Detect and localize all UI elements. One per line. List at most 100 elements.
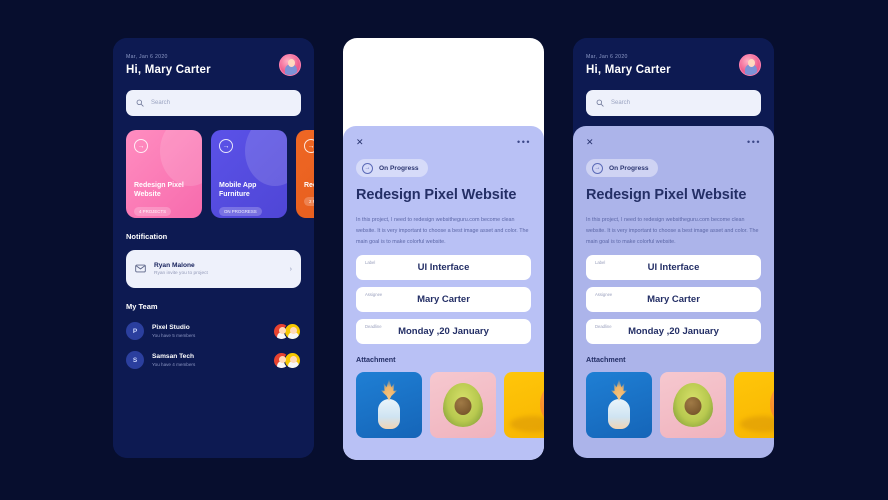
field-assignee-value: Mary Carter xyxy=(417,293,470,305)
mail-icon xyxy=(135,260,146,278)
status-badge: → On Progress xyxy=(586,159,658,177)
progress-icon: → xyxy=(592,162,603,174)
status-badge-label: On Progress xyxy=(379,164,419,172)
attachment-thumbnails xyxy=(356,371,544,438)
search-placeholder: Search xyxy=(611,100,631,106)
avatar[interactable] xyxy=(739,54,761,76)
team-section-title: My Team xyxy=(126,302,158,311)
field-label-caption: Label xyxy=(595,259,606,265)
project-card-tag: 2 PROJECTS xyxy=(304,197,314,207)
card-gloss xyxy=(160,130,202,186)
more-options-icon[interactable]: ••• xyxy=(517,138,531,147)
pineapple-photo[interactable] xyxy=(356,371,422,438)
project-card-tag: 4 PROJECTS xyxy=(134,206,172,216)
field-deadline-value: Monday ,20 January xyxy=(398,325,489,337)
field-label-value: UI Interface xyxy=(647,261,700,273)
team-list-item[interactable]: P Pixel Studio You have 5 members xyxy=(126,322,301,340)
progress-icon: → xyxy=(134,139,148,153)
team-avatar-initial: P xyxy=(126,322,144,340)
home-screen: Mar, Jan 6 2020 Hi, Mary Carter Search →… xyxy=(113,38,314,458)
close-icon[interactable]: ✕ xyxy=(586,138,594,147)
phone-screen-transition: Mar, Jan 6 2020 Hi, Mary Carter Search ✕… xyxy=(573,38,774,458)
project-detail-sheet-overlay: ✕ ••• → On Progress Redesign Pixel Websi… xyxy=(573,126,774,458)
team-subtitle: You have 5 members xyxy=(152,333,196,338)
avocado-photo[interactable] xyxy=(430,371,496,438)
orange-photo[interactable] xyxy=(734,371,774,438)
team-name: Pixel Studio xyxy=(152,324,190,331)
search-placeholder: Search xyxy=(151,100,171,106)
notification-text: Ryan Malone Ryan invite you to project xyxy=(154,262,282,277)
field-deadline-value: Monday ,20 January xyxy=(628,325,719,337)
progress-icon: → xyxy=(362,162,373,174)
home-header: Mar, Jan 6 2020 Hi, Mary Carter xyxy=(586,54,761,76)
search-input[interactable]: Search xyxy=(586,90,761,116)
field-deadline-caption: Deadline xyxy=(365,323,382,329)
page-title: Redesign Pixel Website xyxy=(356,187,517,203)
project-detail-sheet: ✕ ••• → On Progress Redesign Pixel Websi… xyxy=(343,126,544,460)
avocado-pit xyxy=(684,397,702,416)
greeting-text: Hi, Mary Carter xyxy=(126,64,211,76)
current-date: Mar, Jan 6 2020 xyxy=(126,54,168,60)
project-card-title: Redesign IKEA xyxy=(304,182,314,189)
pineapple-photo[interactable] xyxy=(586,371,652,438)
phone-screen-home: Mar, Jan 6 2020 Hi, Mary Carter Search →… xyxy=(113,38,314,458)
project-description: In this project, I need to redesign webs… xyxy=(356,216,529,245)
sheet-toolbar: ✕ ••• xyxy=(356,138,531,147)
field-deadline[interactable]: Deadline Monday ,20 January xyxy=(356,318,531,344)
field-label[interactable]: Label UI Interface xyxy=(356,254,531,280)
attachment-thumbnails xyxy=(586,371,774,438)
member-avatar xyxy=(284,351,301,369)
field-assignee[interactable]: Assignee Mary Carter xyxy=(356,286,531,312)
greeting-text: Hi, Mary Carter xyxy=(586,64,671,76)
page-title: Redesign Pixel Website xyxy=(586,187,747,203)
avatar[interactable] xyxy=(279,54,301,76)
avocado-pit xyxy=(454,397,472,416)
home-header: Mar, Jan 6 2020 Hi, Mary Carter xyxy=(126,54,301,76)
greeting-block: Mar, Jan 6 2020 Hi, Mary Carter xyxy=(586,54,671,76)
field-assignee-caption: Assignee xyxy=(595,291,613,297)
field-deadline-caption: Deadline xyxy=(595,323,612,329)
phone-screen-detail: ✕ ••• → On Progress Redesign Pixel Websi… xyxy=(343,38,544,460)
progress-icon: → xyxy=(219,139,233,153)
orange-photo[interactable] xyxy=(504,371,544,438)
team-text: Pixel Studio You have 5 members xyxy=(152,324,265,338)
status-badge-label: On Progress xyxy=(609,164,649,172)
member-avatar xyxy=(284,322,301,340)
pineapple-body xyxy=(608,398,630,429)
field-assignee-caption: Assignee xyxy=(365,291,383,297)
project-card-2[interactable]: → Mobile App Furniture ON PROGRESS xyxy=(211,130,287,218)
project-description: In this project, I need to redesign webs… xyxy=(586,216,759,245)
status-badge: → On Progress xyxy=(356,159,428,177)
attachment-section-title: Attachment xyxy=(356,354,396,364)
progress-icon: → xyxy=(304,139,314,153)
team-list-item[interactable]: S Samsan Tech You have 4 members xyxy=(126,351,301,369)
pineapple-body xyxy=(378,398,400,429)
chevron-right-icon[interactable]: › xyxy=(290,266,292,273)
field-assignee[interactable]: Assignee Mary Carter xyxy=(586,286,761,312)
attachment-section-title: Attachment xyxy=(586,354,626,364)
project-cards-row: → Redesign Pixel Website 4 PROJECTS → Mo… xyxy=(126,130,314,218)
project-card-tag: ON PROGRESS xyxy=(219,206,262,216)
team-name: Samsan Tech xyxy=(152,353,195,360)
pineapple-leaf xyxy=(610,378,628,401)
field-label[interactable]: Label UI Interface xyxy=(586,254,761,280)
current-date: Mar, Jan 6 2020 xyxy=(586,54,628,60)
search-icon xyxy=(596,94,604,112)
notification-card[interactable]: Ryan Malone Ryan invite you to project › xyxy=(126,250,301,288)
project-card-3[interactable]: → Redesign IKEA 2 PROJECTS xyxy=(296,130,314,218)
field-assignee-value: Mary Carter xyxy=(647,293,700,305)
close-icon[interactable]: ✕ xyxy=(356,138,364,147)
greeting-block: Mar, Jan 6 2020 Hi, Mary Carter xyxy=(126,54,211,76)
team-member-avatars xyxy=(273,351,301,369)
search-input[interactable]: Search xyxy=(126,90,301,116)
search-icon xyxy=(136,94,144,112)
team-text: Samsan Tech You have 4 members xyxy=(152,353,265,367)
project-card-1[interactable]: → Redesign Pixel Website 4 PROJECTS xyxy=(126,130,202,218)
notification-section-title: Notification xyxy=(126,232,168,241)
sheet-toolbar: ✕ ••• xyxy=(586,138,761,147)
orange-shadow xyxy=(510,415,544,432)
more-options-icon[interactable]: ••• xyxy=(747,138,761,147)
field-deadline[interactable]: Deadline Monday ,20 January xyxy=(586,318,761,344)
field-label-caption: Label xyxy=(365,259,376,265)
avocado-photo[interactable] xyxy=(660,371,726,438)
